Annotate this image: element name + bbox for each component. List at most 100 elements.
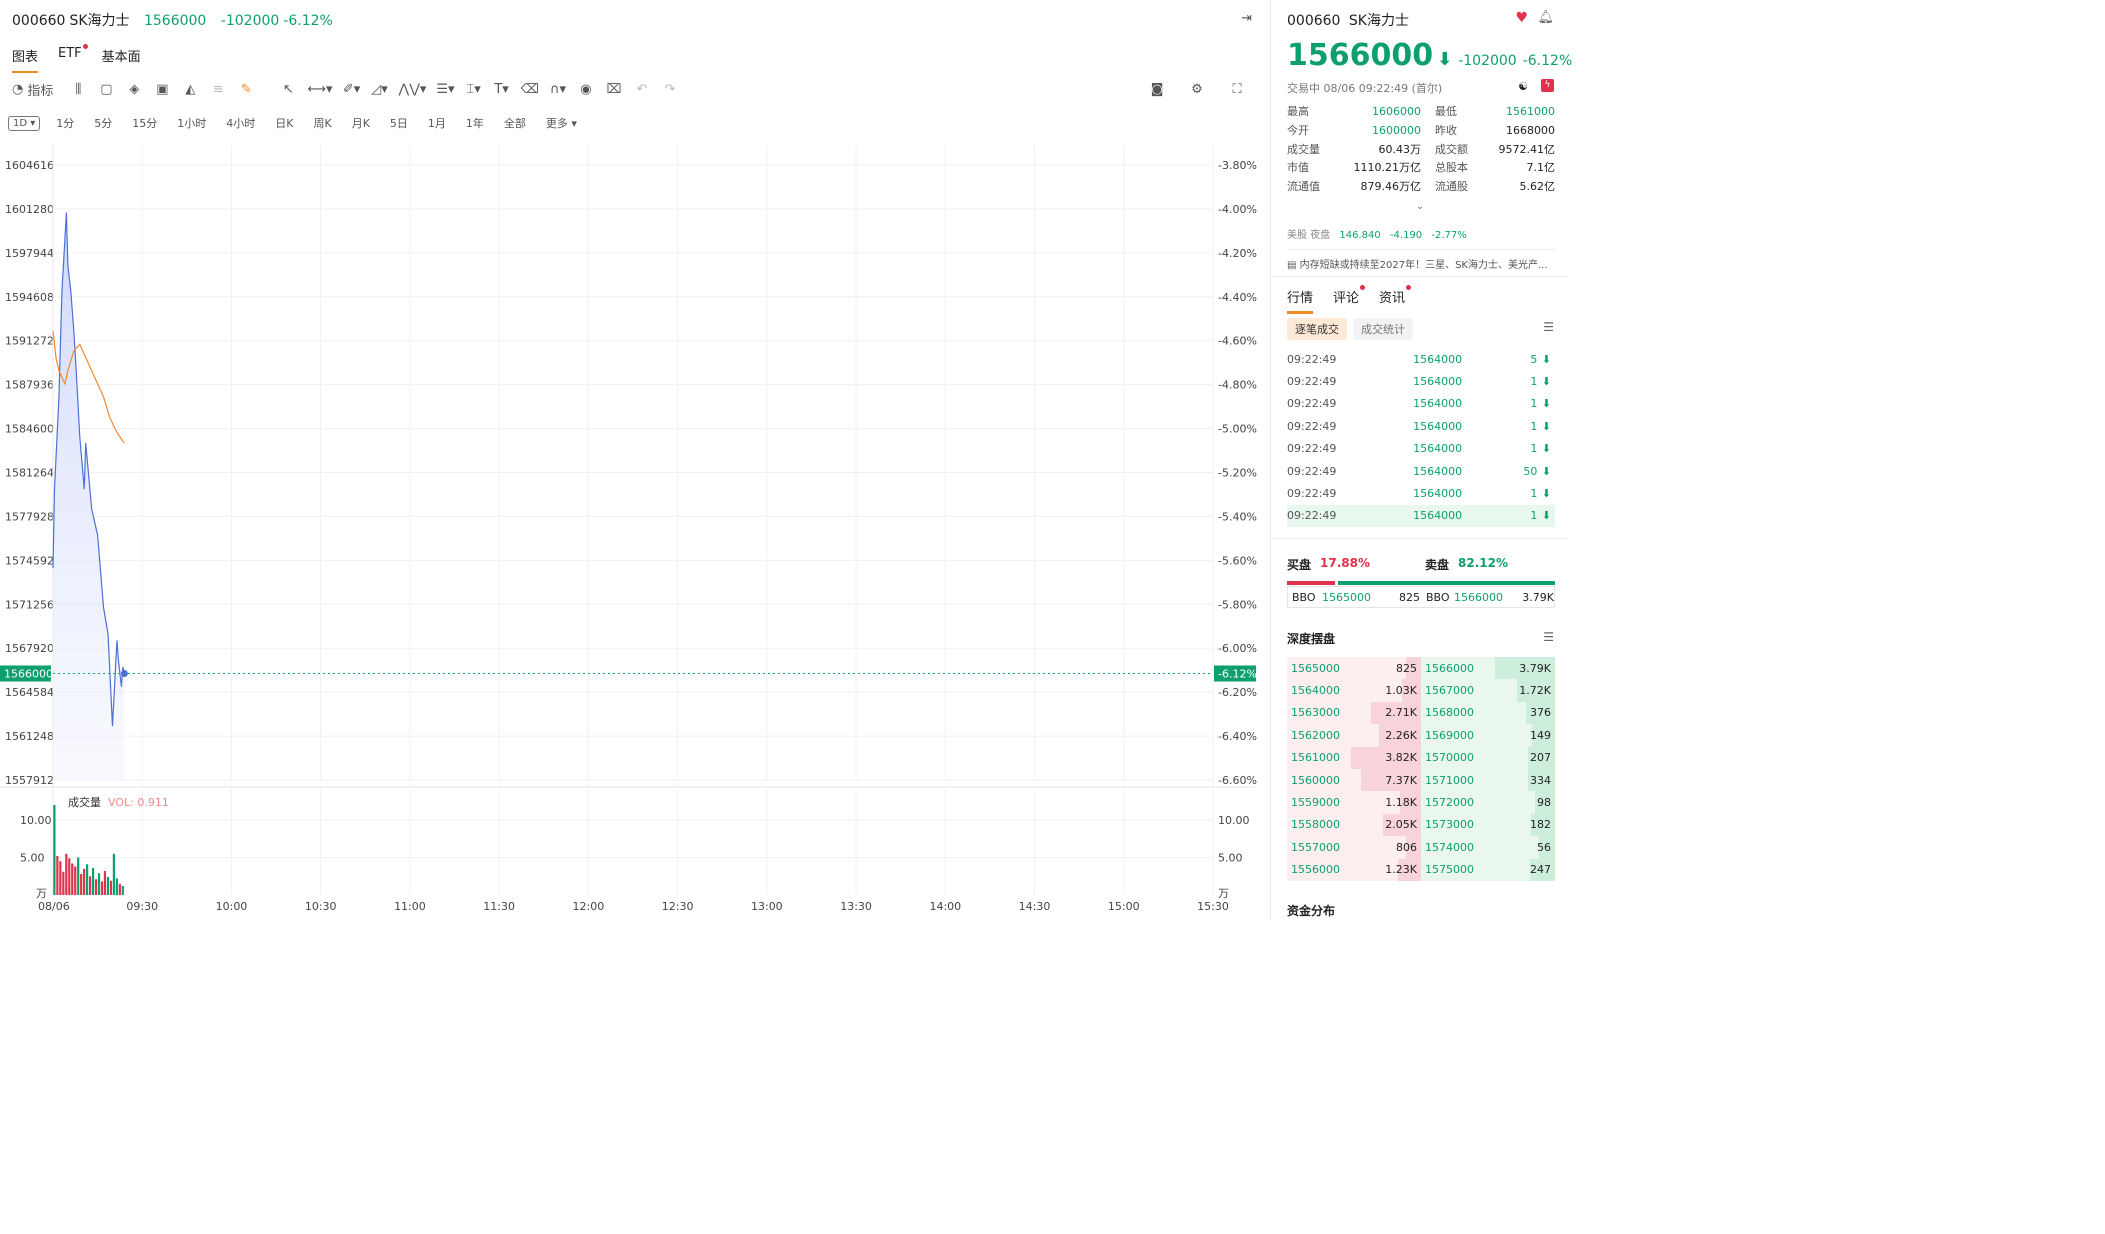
volume-bar — [100, 881, 104, 895]
tab-comments[interactable]: 评论 — [1333, 285, 1366, 314]
brush-icon[interactable]: ✐▾ — [343, 80, 361, 98]
magnet-icon[interactable]: ∩▾ — [549, 80, 567, 98]
grid — [53, 145, 1214, 895]
time-tick: 10:30 — [305, 900, 337, 913]
fib-icon[interactable]: ☰▾ — [436, 80, 454, 98]
period-3[interactable]: 1小时 — [177, 115, 206, 131]
camera-icon[interactable]: ◙ — [1148, 80, 1166, 98]
lines-icon[interactable]: ≡ — [209, 80, 227, 98]
area-chart-icon[interactable]: ◭ — [181, 80, 199, 98]
pattern-icon[interactable]: ⋀⋁▾ — [399, 80, 427, 98]
layers-icon[interactable]: ◈ — [125, 80, 143, 98]
tick-row: 09:22:49 1564000 1 ⬇ — [1287, 487, 1551, 501]
period-4[interactable]: 4小时 — [226, 115, 255, 131]
pct-tick: -4.00% — [1218, 203, 1257, 216]
period-more[interactable]: 更多 ▾ — [546, 115, 577, 131]
buy-bar — [1287, 581, 1335, 585]
tab-etf[interactable]: ETF — [58, 44, 88, 73]
volume-bar — [77, 857, 80, 895]
indicator-button[interactable]: ◔ 指标 — [12, 80, 53, 99]
price-tick: 1564584 — [5, 686, 54, 699]
tick-row: 09:22:49 1564000 1 ⬇ — [1287, 375, 1551, 389]
fullscreen-icon[interactable]: ⛶ — [1228, 80, 1246, 98]
compare-icon[interactable]: ▣ — [153, 80, 171, 98]
text-icon[interactable]: T▾ — [493, 80, 511, 98]
time-tick: 14:00 — [929, 900, 961, 913]
gear-icon[interactable]: ⚙ — [1188, 80, 1206, 98]
tick-row: 09:22:49 1564000 1 ⬇ — [1287, 397, 1551, 411]
undo-icon[interactable]: ↶ — [633, 80, 651, 98]
list-icon[interactable]: ☰ — [1543, 320, 1554, 334]
triangle-icon[interactable]: ◿▾ — [371, 80, 389, 98]
exit-icon[interactable]: ⇥ — [1241, 11, 1252, 26]
eraser-icon[interactable]: ⌫ — [521, 80, 539, 98]
panel-price-line: 1566000 ⬇ -102000 -6.12% — [1287, 38, 1572, 73]
period-11[interactable]: 全部 — [504, 115, 526, 131]
redo-icon[interactable]: ↷ — [661, 80, 679, 98]
candle-icon[interactable]: ⫼ — [69, 80, 87, 98]
panel-tabs: 行情 评论 资讯 — [1287, 285, 1412, 314]
period-1[interactable]: 5分 — [94, 115, 112, 131]
pct-tick: -5.60% — [1218, 554, 1257, 567]
period-6[interactable]: 周K — [313, 115, 331, 131]
flash-icon[interactable]: ϟ — [1541, 79, 1554, 92]
period-7[interactable]: 月K — [352, 115, 370, 131]
time-tick: 14:30 — [1019, 900, 1051, 913]
down-arrow-icon: ⬇ — [1541, 375, 1551, 389]
heart-icon[interactable]: ♥ — [1515, 10, 1528, 26]
current-point — [120, 669, 128, 677]
depth-list-icon[interactable]: ☰ — [1543, 630, 1554, 644]
price-tick: 1574592 — [5, 554, 54, 567]
pct-tick: -5.00% — [1218, 423, 1257, 436]
square-icon[interactable]: ▢ — [97, 80, 115, 98]
panel-price: 1566000 — [1287, 38, 1434, 73]
volume-bar — [118, 883, 121, 895]
expand-chevron-icon[interactable]: ⌄ — [1416, 201, 1424, 212]
pct-tick: -6.40% — [1218, 730, 1257, 743]
subtab-stats[interactable]: 成交统计 — [1353, 318, 1413, 340]
cursor-icon[interactable]: ↖ — [279, 80, 297, 98]
volume-bar — [62, 871, 65, 895]
intraday-chart[interactable]: 1604616 -3.80% 1601280 -4.00% 1597944 -4.20% 1… — [0, 145, 1268, 920]
time-tick: 15:00 — [1108, 900, 1140, 913]
buy-sell-bar — [1287, 581, 1555, 585]
period-9[interactable]: 1月 — [428, 115, 446, 131]
price-tick: 1604616 — [5, 159, 54, 172]
subtab-ticks[interactable]: 逐笔成交 — [1287, 318, 1347, 340]
down-arrow-icon: ⬇ — [1437, 49, 1453, 70]
news-headline[interactable]: ▤ 内存短缺或持续至2027年！三星、SK海力士、美光产... — [1287, 256, 1557, 271]
eye-icon[interactable]: ◉ — [577, 80, 595, 98]
main-tabs: 图表 ETF 基本面 — [12, 44, 141, 73]
pencil-icon[interactable]: ✎ — [237, 80, 255, 98]
bell-icon[interactable]: 🔔︎ — [1537, 10, 1554, 25]
period-8[interactable]: 5日 — [390, 115, 408, 131]
period-0[interactable]: 1分 — [56, 115, 74, 131]
chart-type-select[interactable]: 1D ▾ — [8, 115, 41, 131]
vol-tick: 10.00 — [20, 814, 52, 827]
tab-fundamentals[interactable]: 基本面 — [102, 46, 141, 73]
pct-tick: -5.80% — [1218, 598, 1257, 611]
news-icon: ▤ — [1287, 260, 1300, 271]
panel-name: SK海力士 — [1348, 13, 1409, 29]
tab-chart[interactable]: 图表 — [12, 46, 39, 73]
period-2[interactable]: 15分 — [132, 115, 157, 131]
tab-news[interactable]: 资讯 — [1379, 285, 1412, 314]
volume-bar — [53, 805, 56, 895]
measure-icon[interactable]: ⌶▾ — [465, 80, 483, 98]
period-10[interactable]: 1年 — [466, 115, 484, 131]
buy-sell-ratio: 买盘 17.88% 卖盘 82.12% — [1287, 556, 1508, 572]
price-tick: 1587936 — [5, 379, 54, 392]
panel-header: 000660 SK海力士 — [1287, 10, 1409, 30]
down-arrow-icon: ⬇ — [1541, 442, 1551, 456]
down-arrow-icon: ⬇ — [1541, 464, 1551, 478]
line-tool-icon[interactable]: ⟷▾ — [307, 80, 332, 98]
period-5[interactable]: 日K — [275, 115, 293, 131]
depth-row: 1558000 2.05K 1573000 182 — [1287, 813, 1555, 837]
tab-quote[interactable]: 行情 — [1287, 287, 1314, 314]
depth-row: 1561000 3.82K 1570000 207 — [1287, 746, 1555, 769]
volume-bar — [59, 861, 62, 895]
trash-icon[interactable]: ⌧ — [605, 80, 623, 98]
vol-unit-right: 万 — [1218, 887, 1229, 900]
time-tick: 12:00 — [573, 900, 605, 913]
pct-tick: -4.40% — [1218, 291, 1257, 304]
